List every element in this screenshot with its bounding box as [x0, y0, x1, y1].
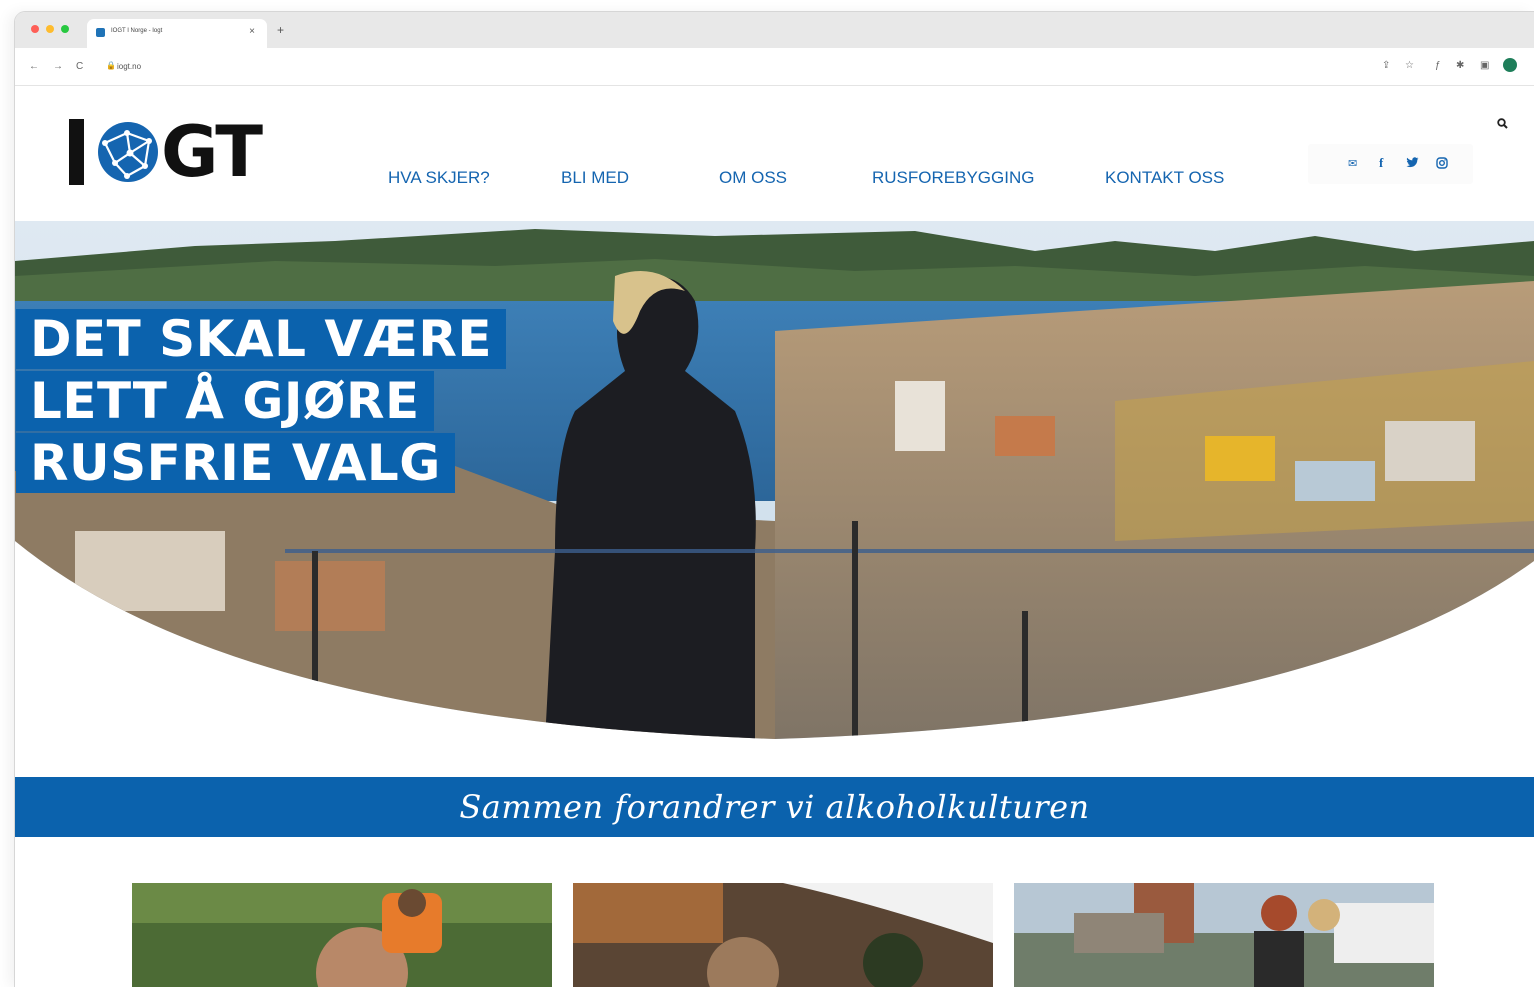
browser-toolbar: ← → C 🔒 iogt.no ⇪ ☆ ƒ ✱ ▣ [15, 48, 1534, 86]
twitter-icon[interactable] [1406, 157, 1419, 168]
address-bar[interactable]: iogt.no [117, 62, 141, 71]
maximize-window-button[interactable] [61, 25, 69, 33]
extension-icon[interactable]: ƒ [1435, 60, 1441, 71]
nav-om-oss[interactable]: OM OSS [719, 168, 787, 188]
back-button[interactable]: ← [29, 61, 39, 72]
nav-bli-med[interactable]: BLI MED [561, 168, 629, 188]
logo-letter-i [69, 119, 84, 185]
share-icon[interactable]: ⇪ [1382, 60, 1390, 71]
hero-headline-line-3: RUSFRIE VALG [16, 433, 455, 493]
tab-strip: IOGT I Norge - Iogt × + [15, 12, 1534, 48]
close-window-button[interactable] [31, 25, 39, 33]
browser-window: IOGT I Norge - Iogt × + ← → C 🔒 iogt.no … [15, 12, 1534, 987]
site-header: GT HVA SKJER? BLI MED OM OSS RUSFOREBYGG… [15, 86, 1534, 221]
puzzle-icon[interactable]: ✱ [1456, 60, 1464, 71]
facebook-icon[interactable]: f [1379, 155, 1383, 171]
profile-avatar[interactable] [1503, 58, 1517, 72]
nav-kontakt-oss[interactable]: KONTAKT OSS [1105, 168, 1224, 188]
tab-close-icon[interactable]: × [249, 26, 255, 37]
sidebar-icon[interactable]: ▣ [1480, 60, 1489, 71]
nav-rusforebygging[interactable]: RUSFOREBYGGING [872, 168, 1034, 188]
iogt-logo[interactable]: GT [69, 111, 263, 193]
logo-letters-gt: GT [161, 111, 263, 193]
card-image-1[interactable] [132, 883, 552, 987]
card-photo-1 [132, 883, 552, 987]
hero-banner: DET SKAL VÆRE LETT Å GJØRE RUSFRIE VALG [15, 221, 1534, 741]
tagline-band: Sammen forandrer vi alkoholkulturen [15, 777, 1534, 837]
search-icon[interactable] [1497, 118, 1508, 129]
nav-hva-skjer[interactable]: HVA SKJER? [388, 168, 490, 188]
card-image-3[interactable] [1014, 883, 1434, 987]
card-photo-3 [1014, 883, 1434, 987]
minimize-window-button[interactable] [46, 25, 54, 33]
hero-headline-line-1: DET SKAL VÆRE [16, 309, 506, 369]
hero-headline-line-2: LETT Å GJØRE [16, 371, 434, 431]
favicon-icon [96, 28, 105, 37]
card-image-2[interactable] [573, 883, 993, 987]
instagram-icon[interactable] [1436, 157, 1448, 169]
email-icon[interactable]: ✉ [1348, 157, 1357, 170]
tagline-text: Sammen forandrer vi alkoholkulturen [459, 788, 1090, 826]
bookmark-star-icon[interactable]: ☆ [1405, 60, 1414, 71]
globe-icon [98, 122, 158, 182]
social-links: ✉ f [1308, 144, 1473, 184]
browser-tab[interactable]: IOGT I Norge - Iogt × [87, 19, 267, 48]
tab-title: IOGT I Norge - Iogt [111, 28, 163, 34]
lock-icon: 🔒 [106, 61, 116, 70]
new-tab-button[interactable]: + [277, 23, 284, 37]
card-photo-2 [573, 883, 993, 987]
forward-button[interactable]: → [53, 61, 63, 72]
reload-button[interactable]: C [76, 61, 83, 72]
